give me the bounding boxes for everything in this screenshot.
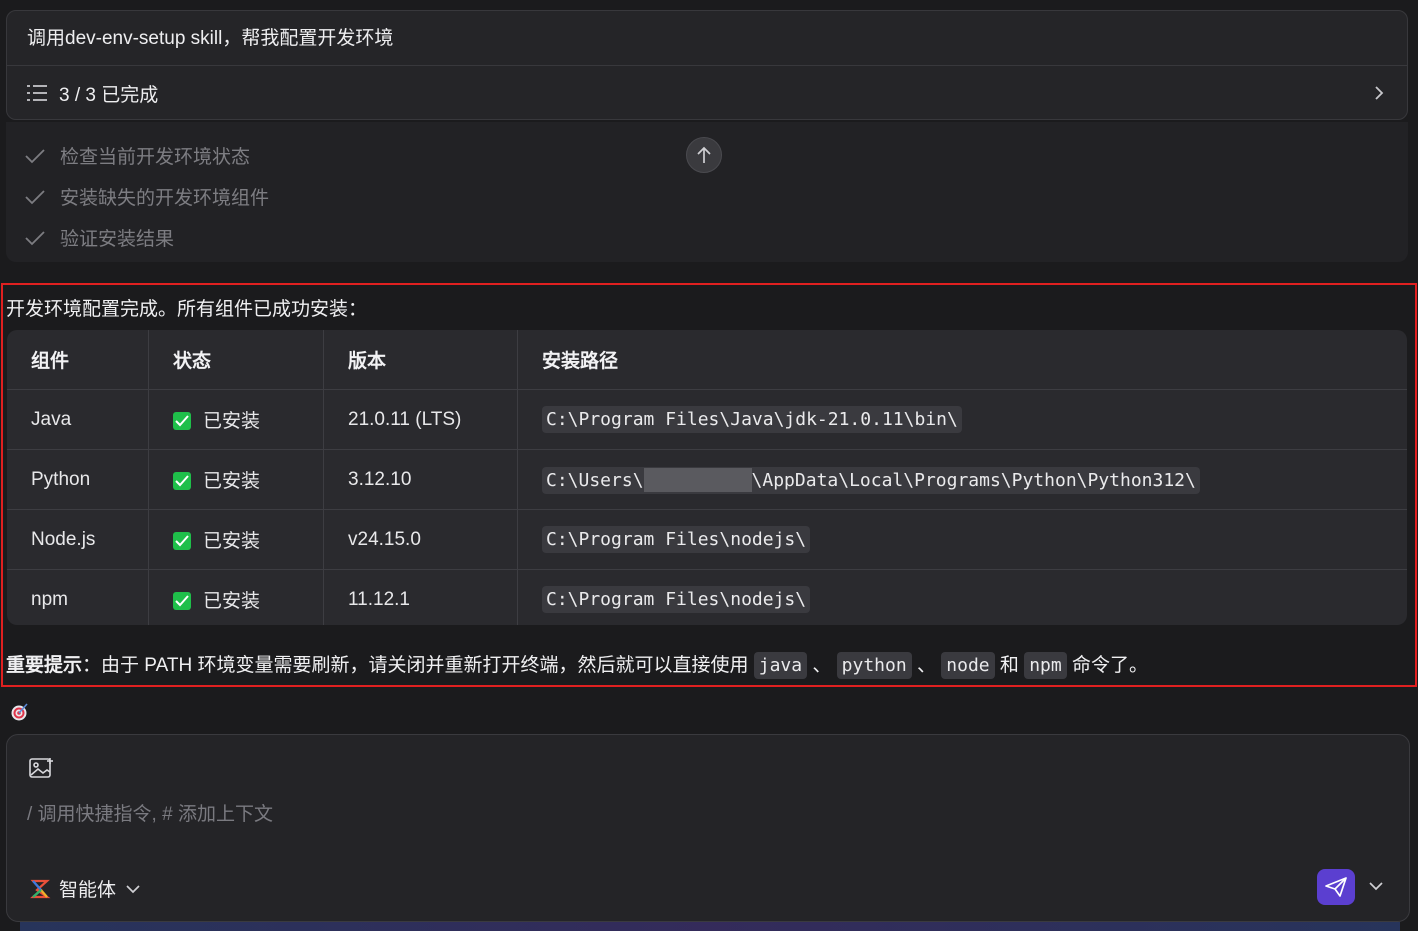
progress-toggle[interactable]: 3 / 3 已完成 — [7, 66, 1407, 120]
agent-logo-icon — [30, 879, 51, 898]
path-cell: C:\Program Files\nodejs\ — [518, 570, 1408, 626]
path-code: C:\Program Files\nodejs\ — [542, 585, 811, 613]
user-prompt: 调用dev-env-setup skill，帮我配置开发环境 — [7, 11, 1407, 66]
composer-input[interactable]: / 调用快捷指令, # 添加上下文 — [27, 799, 273, 826]
agent-selector[interactable]: 智能体 — [29, 875, 140, 902]
task-item: 验证安装结果 — [24, 224, 174, 251]
check-icon — [25, 189, 45, 204]
path-code: C:\Program Files\nodejs\ — [542, 525, 811, 553]
bottom-glow — [20, 922, 1400, 931]
column-header: 版本 — [323, 330, 518, 390]
tip-colon: ： — [82, 655, 102, 676]
message-composer[interactable]: / 调用快捷指令, # 添加上下文 智能体 — [6, 734, 1410, 922]
arrow-up-icon — [697, 146, 711, 163]
command-code: node — [941, 652, 995, 679]
tip-label: 重要提示 — [6, 655, 83, 676]
status-text: 已安装 — [203, 531, 261, 552]
component-cell: npm — [7, 569, 149, 625]
status-text: 已安装 — [203, 591, 261, 612]
path-code: C:\Users\ \AppData\Local\Programs\Python\… — [542, 466, 1200, 494]
column-header: 状态 — [148, 330, 324, 390]
check-icon — [173, 532, 191, 550]
table-row: npm 已安装 11.12.1 C:\Program Files\nodejs\ — [7, 569, 1408, 626]
list-icon — [27, 85, 47, 101]
path-cell: C:\Program Files\Java\jdk-21.0.11\bin\ — [517, 389, 1407, 450]
chevron-right-icon[interactable] — [1373, 84, 1385, 102]
status-text: 已安装 — [203, 411, 261, 432]
version-cell: v24.15.0 — [323, 509, 518, 570]
agent-label: 智能体 — [59, 880, 117, 901]
check-icon — [173, 412, 191, 430]
conjunction: 和 — [999, 655, 1019, 676]
task-card: 调用dev-env-setup skill，帮我配置开发环境 3 / 3 已完成 — [6, 10, 1408, 120]
component-cell: Node.js — [7, 509, 149, 570]
tip-text: 由于 PATH 环境变量需要刷新，请关闭并重新打开终端，然后就可以直接使用 — [101, 655, 749, 676]
redacted-username — [643, 467, 752, 492]
version-cell: 3.12.10 — [323, 449, 518, 510]
important-tip: 重要提示：由于 PATH 环境变量需要刷新，请关闭并重新打开终端，然后就可以直接… — [6, 650, 1149, 679]
task-item: 安装缺失的开发环境组件 — [24, 183, 269, 210]
check-icon — [25, 230, 45, 245]
target-icon — [11, 703, 28, 721]
progress-status: 3 / 3 已完成 — [59, 84, 159, 106]
command-code: npm — [1024, 652, 1067, 679]
component-cell: Java — [7, 389, 149, 450]
status-cell: 已安装 — [148, 569, 324, 625]
path-cell: C:\Program Files\nodejs\ — [517, 509, 1407, 570]
check-icon — [173, 472, 191, 490]
components-table: 组件 状态 版本 安装路径 Java 已安装 21.0.11 (LTS) C:\… — [7, 330, 1407, 625]
check-icon — [25, 148, 45, 163]
separator: 、 — [812, 655, 832, 676]
send-options-chevron-icon[interactable] — [1369, 881, 1383, 891]
table-row: Java 已安装 21.0.11 (LTS) C:\Program Files\… — [7, 389, 1407, 450]
status-text: 已安装 — [203, 471, 261, 492]
image-add-icon[interactable] — [29, 757, 55, 781]
separator: 、 — [916, 655, 936, 676]
status-cell: 已安装 — [148, 389, 324, 450]
status-cell: 已安装 — [148, 449, 324, 510]
summary-text: 开发环境配置完成。所有组件已成功安装： — [6, 299, 368, 320]
path-prefix: C:\Users\ — [546, 469, 644, 491]
send-button[interactable] — [1317, 869, 1355, 905]
component-cell: Python — [7, 449, 149, 510]
task-label: 检查当前开发环境状态 — [60, 147, 251, 168]
table-header-row: 组件 状态 版本 安装路径 — [7, 330, 1407, 390]
version-cell: 11.12.1 — [323, 569, 518, 625]
scroll-up-button[interactable] — [686, 137, 722, 173]
tip-end: 命令了。 — [1072, 655, 1149, 676]
check-icon — [173, 592, 191, 610]
command-code: java — [753, 652, 808, 679]
send-icon — [1325, 877, 1347, 897]
table-row: Node.js 已安装 v24.15.0 C:\Program Files\no… — [7, 509, 1407, 570]
path-code: C:\Program Files\Java\jdk-21.0.11\bin\ — [542, 405, 962, 433]
path-cell: C:\Users\ \AppData\Local\Programs\Python\… — [517, 449, 1407, 510]
table-row: Python 已安装 3.12.10 C:\Users\ \AppData\Loc… — [7, 449, 1407, 510]
column-header: 组件 — [7, 330, 149, 390]
path-suffix: \AppData\Local\Programs\Python\Python312… — [751, 469, 1196, 491]
status-cell: 已安装 — [148, 509, 324, 570]
task-label: 验证安装结果 — [60, 229, 175, 250]
task-label: 安装缺失的开发环境组件 — [60, 188, 270, 209]
task-item: 检查当前开发环境状态 — [24, 142, 250, 169]
version-cell: 21.0.11 (LTS) — [323, 389, 518, 450]
column-header: 安装路径 — [517, 330, 1407, 390]
command-code: python — [836, 652, 912, 679]
chevron-down-icon — [126, 884, 140, 893]
